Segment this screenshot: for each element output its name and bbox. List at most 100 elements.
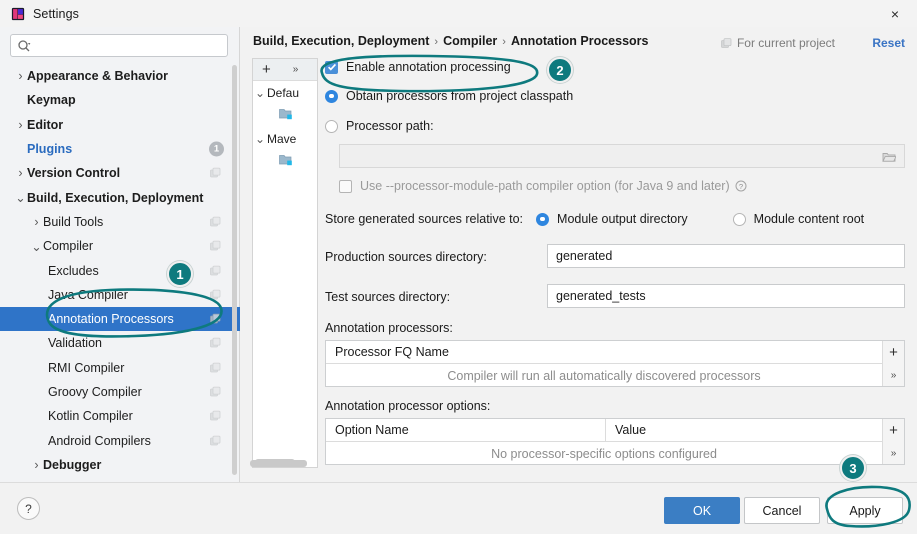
sidebar-item-build-tools[interactable]: › Build Tools — [0, 210, 240, 234]
processor-module-path-label: Use --processor-module-path compiler opt… — [360, 179, 730, 193]
plugins-update-badge: 1 — [209, 141, 224, 157]
processor-path-input[interactable] — [339, 144, 905, 168]
project-scope-icon — [210, 435, 221, 445]
sidebar-item-validation[interactable]: Validation — [0, 331, 240, 355]
module-expand-arrow-icon[interactable]: ⌄ — [253, 132, 267, 146]
sidebar-item-label: Plugins — [27, 142, 73, 157]
annotation-processors-form: Enable annotation processing Obtain proc… — [323, 58, 907, 468]
sidebar-item-label: Compiler — [43, 239, 94, 254]
help-button[interactable]: ? — [17, 497, 40, 520]
processor-path-label: Processor path: — [346, 119, 434, 133]
search-box[interactable] — [10, 34, 228, 57]
sidebar-item-label: Version Control — [27, 166, 121, 181]
annotation-marker-3: 3 — [840, 455, 866, 481]
module-toolbar-more-button[interactable]: » — [293, 64, 299, 75]
project-scope-icon — [210, 289, 221, 300]
breadcrumb: Build, Execution, Deployment › Compiler › An… — [253, 34, 648, 48]
annotation-processors-table[interactable]: Processor FQ Name Compiler will run all … — [325, 340, 905, 387]
sidebar-item-kotlin-compiler[interactable]: Kotlin Compiler — [0, 404, 240, 428]
for-current-project-label: For current project — [721, 36, 835, 50]
tree-expand-arrow-icon[interactable]: ⌄ — [14, 191, 27, 205]
test-sources-input[interactable]: generated_tests — [547, 284, 905, 308]
sidebar-item-appearance-behavior[interactable]: › Appearance & Behavior — [0, 64, 240, 88]
test-sources-label: Test sources directory: — [325, 290, 451, 304]
add-module-button[interactable]: + — [262, 62, 271, 77]
sidebar-item-annotation-processors[interactable]: Annotation Processors — [0, 306, 240, 332]
module-content-root-label: Module content root — [753, 212, 865, 226]
sidebar-item-build-execution-deployment[interactable]: ⌄ Build, Execution, Deployment — [0, 185, 240, 209]
tree-expand-arrow-icon[interactable]: ⌄ — [30, 240, 43, 254]
module-panel-hscrollbar[interactable] — [250, 460, 307, 467]
production-sources-label: Production sources directory: — [325, 250, 487, 264]
project-scope-icon — [210, 216, 221, 227]
reset-link[interactable]: Reset — [872, 36, 905, 50]
module-folder-icon — [279, 154, 293, 169]
tree-expand-arrow-icon[interactable]: › — [14, 166, 27, 180]
tree-expand-arrow-icon[interactable]: › — [30, 458, 43, 472]
project-scope-icon — [210, 265, 221, 275]
sidebar-item-groovy-compiler[interactable]: Groovy Compiler — [0, 380, 240, 404]
obtain-processors-radio[interactable] — [325, 89, 338, 103]
sidebar-item-compiler[interactable]: ⌄ Compiler — [0, 234, 240, 258]
sidebar-item-label: Groovy Compiler — [48, 385, 142, 399]
project-scope-icon — [210, 240, 221, 251]
production-sources-input[interactable]: generated — [547, 244, 905, 268]
ok-button[interactable]: OK — [664, 497, 740, 524]
project-scope-icon — [210, 410, 221, 421]
enable-annotation-processing-label: Enable annotation processing — [346, 60, 511, 74]
breadcrumb-segment[interactable]: Compiler — [443, 34, 497, 48]
folder-icon[interactable] — [882, 150, 896, 163]
breadcrumb-segment[interactable]: Build, Execution, Deployment — [253, 34, 429, 48]
sidebar-item-rmi-compiler[interactable]: RMI Compiler — [0, 356, 240, 380]
obtain-processors-label: Obtain processors from project classpath — [346, 89, 574, 103]
module-group-row[interactable]: ⌄ Mave — [253, 127, 317, 150]
sidebar-item-keymap[interactable]: Keymap — [0, 88, 240, 112]
module-expand-arrow-icon[interactable]: ⌄ — [253, 86, 267, 100]
module-folder-row[interactable] — [253, 150, 317, 173]
sidebar-item-excludes[interactable]: Excludes — [0, 258, 240, 282]
add-processor-button[interactable]: + — [883, 341, 904, 364]
help-icon[interactable]: ? — [735, 180, 747, 192]
add-option-button[interactable]: + — [883, 419, 904, 442]
processor-module-path-row[interactable]: Use --processor-module-path compiler opt… — [339, 179, 747, 193]
processor-path-radio[interactable] — [325, 119, 338, 133]
module-content-root-radio[interactable] — [732, 212, 746, 226]
options-more-button[interactable]: » — [883, 442, 904, 465]
tree-expand-arrow-icon[interactable]: › — [30, 215, 43, 229]
sidebar-item-version-control[interactable]: › Version Control — [0, 161, 240, 185]
sidebar-item-plugins[interactable]: Plugins 1 — [0, 137, 240, 161]
module-output-directory-radio[interactable] — [536, 212, 550, 226]
store-relative-to-row: Store generated sources relative to: Mod… — [325, 212, 864, 226]
processors-more-button[interactable]: » — [883, 364, 904, 387]
annotation-processor-options-table[interactable]: Option Name Value No processor-specific … — [325, 418, 905, 465]
sidebar-item-editor[interactable]: › Editor — [0, 113, 240, 137]
processor-module-path-checkbox[interactable] — [339, 179, 352, 193]
processor-path-radio-row[interactable]: Processor path: — [325, 119, 434, 133]
project-scope-icon — [210, 362, 221, 373]
production-sources-label-row: Production sources directory: — [325, 250, 487, 264]
obtain-processors-radio-row[interactable]: Obtain processors from project classpath — [325, 89, 573, 103]
project-scope-icon — [210, 313, 221, 324]
sidebar-item-java-compiler[interactable]: Java Compiler — [0, 283, 240, 307]
dialog-footer: ? OK Cancel Apply — [0, 482, 917, 534]
column-processor-fq-name: Processor FQ Name — [335, 345, 449, 359]
tree-expand-arrow-icon[interactable]: › — [14, 118, 27, 132]
breadcrumb-segment[interactable]: Annotation Processors — [511, 34, 649, 48]
tree-expand-arrow-icon[interactable]: › — [14, 69, 27, 83]
sidebar-item-label: Appearance & Behavior — [27, 69, 169, 84]
search-input[interactable] — [35, 36, 215, 55]
sidebar-item-debugger[interactable]: › Debugger — [0, 453, 240, 477]
project-scope-icon — [721, 37, 732, 48]
settings-tree: › Appearance & Behavior Keymap › Editor Plugi… — [0, 64, 240, 482]
annotation-marker-2: 2 — [547, 57, 573, 83]
sidebar-item-android-compilers[interactable]: Android Compilers — [0, 428, 240, 452]
sidebar-scrollbar[interactable] — [232, 65, 237, 475]
enable-annotation-processing-row[interactable]: Enable annotation processing — [325, 60, 511, 74]
module-group-row[interactable]: ⌄ Defau — [253, 81, 317, 104]
module-folder-row[interactable] — [253, 104, 317, 127]
enable-annotation-processing-checkbox[interactable] — [325, 60, 338, 74]
apply-button[interactable]: Apply — [827, 497, 903, 524]
close-icon[interactable]: × — [873, 0, 917, 27]
cancel-button[interactable]: Cancel — [744, 497, 820, 524]
for-current-project-text: For current project — [736, 36, 835, 50]
